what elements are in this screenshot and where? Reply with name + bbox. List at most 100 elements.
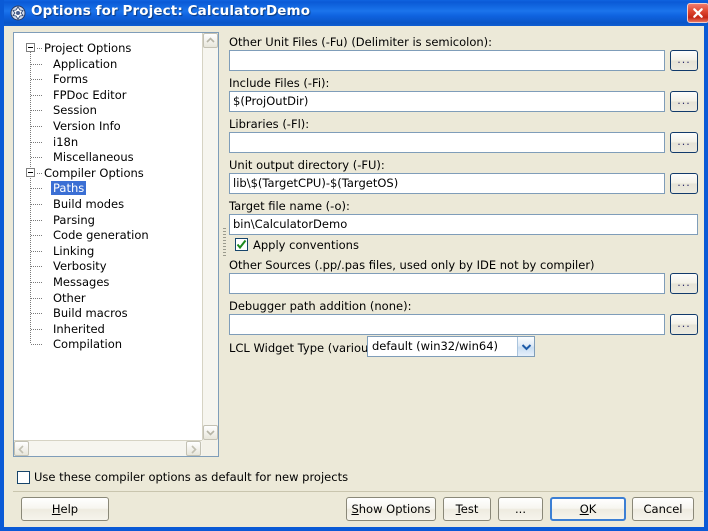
- use-as-default-label: Use these compiler options as default fo…: [34, 470, 349, 484]
- scroll-up-button[interactable]: [203, 33, 218, 48]
- tree-item-application[interactable]: Application: [51, 56, 119, 72]
- tree-item-label: Compilation: [53, 337, 123, 352]
- tree-expander-minus-icon[interactable]: [26, 167, 35, 177]
- other-unit-files-label: Other Unit Files (-Fu) (Delimiter is sem…: [229, 35, 493, 49]
- unit-output-directory-input[interactable]: lib\$(TargetCPU)-$(TargetOS): [229, 173, 665, 194]
- tree-item-other[interactable]: Other: [51, 290, 88, 306]
- tree-expander-minus-icon[interactable]: [26, 43, 35, 52]
- lcl-widget-type-select[interactable]: default (win32/win64): [367, 336, 535, 357]
- tree-item-parsing[interactable]: Parsing: [51, 212, 97, 228]
- tree-item-build-macros[interactable]: Build macros: [51, 305, 130, 321]
- tree-item-paths[interactable]: Paths: [51, 180, 87, 196]
- options-tree-panel[interactable]: Project Options Application Forms FPDoc Edi…: [13, 32, 219, 457]
- paths-settings-panel: Other Unit Files (-Fu) (Delimiter is sem…: [229, 30, 703, 370]
- options-dialog-window: Options for Project: CalculatorDemo Proj…: [0, 0, 708, 531]
- scroll-down-button[interactable]: [203, 425, 218, 440]
- tree-item-project-options[interactable]: Project Options: [42, 40, 133, 56]
- unit-output-directory-browse-button[interactable]: ...: [670, 173, 698, 194]
- tree-item-label: Compiler Options: [44, 165, 144, 180]
- tree-item-session[interactable]: Session: [51, 102, 99, 118]
- cancel-button[interactable]: Cancel: [632, 497, 694, 521]
- other-unit-files-browse-button[interactable]: ...: [670, 50, 698, 71]
- chevron-down-icon[interactable]: [517, 337, 534, 356]
- tree-item-label: Code generation: [53, 228, 149, 243]
- lcl-widget-type-label: LCL Widget Type (various): [229, 341, 379, 355]
- window-title: Options for Project: CalculatorDemo: [31, 3, 311, 19]
- tree-horizontal-scrollbar[interactable]: [14, 440, 202, 456]
- debugger-path-addition-label: Debugger path addition (none):: [229, 299, 412, 313]
- tree-connector: [31, 313, 42, 315]
- other-sources-label: Other Sources (.pp/.pas files, used only…: [229, 258, 595, 272]
- tree-connector: [31, 110, 42, 112]
- tree-item-label: Messages: [53, 275, 110, 289]
- libraries-browse-button[interactable]: ...: [670, 132, 698, 153]
- tree-item-label: Verbosity: [53, 259, 107, 274]
- checkmark-icon: [236, 239, 247, 250]
- tree-item-compiler-options[interactable]: Compiler Options: [42, 165, 146, 181]
- footer-divider: [13, 491, 703, 492]
- tree-connector: [31, 266, 42, 268]
- include-files-input[interactable]: $(ProjOutDir): [229, 91, 665, 112]
- more-button[interactable]: ...: [498, 497, 543, 521]
- tree-item-messages[interactable]: Messages: [51, 274, 111, 290]
- tree-item-fpdoc-editor[interactable]: FPDoc Editor: [51, 87, 128, 103]
- help-button[interactable]: Help: [21, 497, 109, 521]
- tree-connector: [31, 235, 42, 237]
- target-file-name-label: Target file name (-o):: [229, 199, 350, 213]
- tree-item-label: Other: [53, 290, 86, 305]
- tree-item-label: Build modes: [53, 197, 125, 211]
- tree-item-compilation[interactable]: Compilation: [51, 336, 124, 352]
- scroll-right-button[interactable]: [186, 441, 201, 456]
- panel-splitter[interactable]: [223, 228, 226, 258]
- tree-connector: [31, 344, 42, 346]
- apply-conventions-checkbox[interactable]: [235, 238, 248, 251]
- tree-item-i18n[interactable]: i18n: [51, 134, 80, 150]
- tree-item-label: Miscellaneous: [53, 150, 134, 165]
- tree-item-label: Inherited: [53, 321, 105, 336]
- tree-item-label: Application: [53, 56, 118, 71]
- libraries-label: Libraries (-Fl):: [229, 117, 310, 131]
- tree-connector: [31, 63, 42, 65]
- tree-item-version-info[interactable]: Version Info: [51, 118, 123, 134]
- lcl-widget-type-value: default (win32/win64): [372, 339, 499, 353]
- tree-connector: [31, 297, 42, 299]
- scrollbar-corner: [202, 440, 218, 456]
- tree-item-forms[interactable]: Forms: [51, 71, 90, 87]
- test-button[interactable]: Test: [443, 497, 491, 521]
- use-as-default-checkbox[interactable]: [17, 471, 30, 484]
- tree-connector: [31, 219, 42, 221]
- other-sources-input[interactable]: [229, 273, 665, 294]
- scroll-left-button[interactable]: [14, 441, 29, 456]
- tree-item-label: Session: [53, 103, 97, 118]
- tree-item-label: FPDoc Editor: [53, 87, 127, 102]
- target-file-name-input[interactable]: bin\CalculatorDemo: [229, 214, 698, 235]
- tree-item-miscellaneous[interactable]: Miscellaneous: [51, 149, 136, 165]
- tree-item-inherited[interactable]: Inherited: [51, 321, 107, 337]
- options-tree[interactable]: Project Options Application Forms FPDoc Edi…: [14, 33, 202, 441]
- tree-item-label: Linking: [53, 243, 95, 258]
- ok-button[interactable]: OK: [550, 497, 626, 521]
- libraries-input[interactable]: [229, 132, 665, 153]
- tree-connector: [31, 204, 42, 205]
- tree-item-label: Paths: [51, 181, 87, 196]
- include-files-browse-button[interactable]: ...: [670, 91, 698, 112]
- tree-vertical-scrollbar[interactable]: [202, 33, 218, 441]
- tree-connector: [31, 250, 42, 252]
- tree-connector: [31, 188, 42, 190]
- tree-connector: [31, 157, 42, 159]
- apply-conventions-label: Apply conventions: [253, 238, 359, 252]
- title-bar: Options for Project: CalculatorDemo: [4, 0, 708, 26]
- close-icon[interactable]: [687, 3, 708, 23]
- show-options-button[interactable]: Show Options: [346, 497, 436, 521]
- tree-item-verbosity[interactable]: Verbosity: [51, 258, 109, 274]
- tree-connector: [31, 328, 42, 330]
- other-unit-files-input[interactable]: [229, 50, 665, 71]
- tree-connector: [31, 94, 42, 96]
- debugger-path-addition-browse-button[interactable]: ...: [670, 314, 698, 335]
- tree-item-linking[interactable]: Linking: [51, 243, 96, 259]
- tree-item-code-generation[interactable]: Code generation: [51, 227, 151, 243]
- tree-item-build-modes[interactable]: Build modes: [51, 196, 126, 212]
- other-sources-browse-button[interactable]: ...: [670, 273, 698, 294]
- debugger-path-addition-input[interactable]: [229, 314, 665, 335]
- tree-item-label: Build macros: [53, 306, 128, 321]
